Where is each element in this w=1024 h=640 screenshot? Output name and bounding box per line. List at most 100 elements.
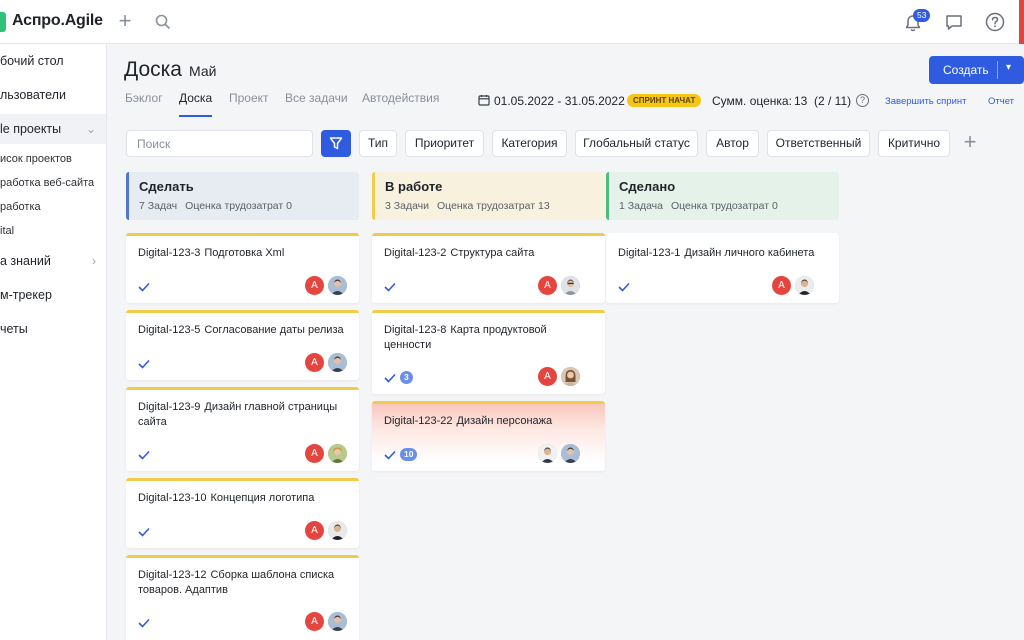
tab-all-tasks[interactable]: Все задачи (285, 91, 348, 105)
column-accent (606, 172, 609, 220)
avatar-assignee[interactable] (561, 367, 580, 386)
task-card[interactable]: Digital-123-5 Согласование даты релиза A (126, 310, 359, 380)
info-icon[interactable]: ? (856, 94, 869, 107)
column-meta: 1 Задача Оценка трудозатрат 0 (619, 200, 778, 212)
sidebar-item-desktop[interactable]: бочий стол (0, 46, 106, 76)
tab-board[interactable]: Доска (179, 91, 212, 105)
logo-mark (0, 12, 6, 32)
create-button-divider (997, 61, 998, 79)
avatar-author[interactable]: A (305, 276, 324, 295)
help-icon[interactable] (984, 11, 1006, 33)
column-count: 1 Задача (619, 200, 663, 212)
sidebar-item-users[interactable]: льзователи (0, 80, 106, 110)
avatar-assignee[interactable] (795, 276, 814, 295)
avatar-author[interactable]: A (538, 367, 557, 386)
search-icon[interactable] (153, 12, 173, 32)
task-card[interactable]: Digital-123-9 Дизайн главной страницы сай… (126, 387, 359, 471)
filter-global-status[interactable]: Глобальный статус (575, 130, 698, 157)
notification-badge: 53 (913, 9, 931, 22)
task-title: Digital-123-9 Дизайн главной страницы сай… (138, 400, 350, 430)
active-tab-indicator (179, 115, 212, 117)
tab-automations[interactable]: Автодействия (362, 91, 439, 105)
task-key: Digital-123-22 (384, 415, 453, 427)
task-card[interactable]: Digital-123-8 Карта продуктовой ценности … (372, 310, 605, 394)
sidebar-item-reports[interactable]: четы (0, 314, 106, 344)
task-card[interactable]: Digital-123-2 Структура сайта A (372, 233, 605, 303)
filter-critical[interactable]: Критично (878, 130, 950, 157)
avatar-assignee[interactable] (328, 612, 347, 631)
avatar-assignee[interactable] (561, 276, 580, 295)
sidebar-item-digital[interactable]: ital (0, 216, 106, 246)
task-title: Digital-123-12 Сборка шаблона списка това… (138, 568, 350, 598)
task-key: Digital-123-9 (138, 401, 201, 413)
subtask-count-badge: 3 (400, 371, 413, 384)
task-name: Концепция логотипа (210, 492, 315, 504)
sidebar-item-knowledge-base[interactable]: а знаний › (0, 246, 106, 276)
avatar-author[interactable] (538, 444, 557, 463)
sprint-dates: 01.05.2022 - 31.05.2022 (494, 94, 625, 108)
avatar-author[interactable]: A (305, 353, 324, 372)
filter-author[interactable]: Автор (706, 130, 759, 157)
subtask-count-badge: 10 (400, 448, 418, 461)
task-title: Digital-123-8 Карта продуктовой ценности (384, 323, 596, 353)
avatar-assignee[interactable] (328, 444, 347, 463)
task-card[interactable]: Digital-123-10 Концепция логотипа A (126, 478, 359, 548)
task-card[interactable]: Digital-123-22 Дизайн персонажа 10 (372, 401, 605, 471)
task-key: Digital-123-1 (618, 247, 681, 259)
column-accent (372, 172, 375, 220)
task-name: Дизайн персонажа (456, 415, 553, 427)
task-title: Digital-123-10 Концепция логотипа (138, 491, 350, 506)
sidebar-item-label: четы (0, 322, 28, 336)
user-menu-edge[interactable] (1019, 0, 1024, 44)
tab-project[interactable]: Проект (229, 91, 269, 105)
check-icon (384, 282, 396, 292)
filter-assignee[interactable]: Ответственный (767, 130, 870, 157)
sidebar-item-agile-projects[interactable]: le проекты ⌄ (0, 114, 106, 144)
task-card[interactable]: Digital-123-3 Подготовка Xml A (126, 233, 359, 303)
task-card[interactable]: Digital-123-1 Дизайн личного кабинета A (606, 233, 839, 303)
sidebar-item-label: le проекты (0, 122, 62, 136)
task-card[interactable]: Digital-123-12 Сборка шаблона списка това… (126, 555, 359, 640)
filter-category[interactable]: Категория (492, 130, 567, 157)
check-icon (618, 282, 630, 292)
filter-priority[interactable]: Приоритет (405, 130, 484, 157)
report-link[interactable]: Отчет (988, 96, 1014, 107)
filter-type[interactable]: Тип (359, 130, 397, 157)
chat-icon[interactable] (944, 12, 964, 32)
chevron-down-icon[interactable]: ▾ (1006, 62, 1011, 73)
calendar-icon (478, 95, 490, 106)
sidebar: бочий стол льзователи le проекты ⌄ исок п… (0, 44, 107, 640)
sidebar-item-label: бочий стол (0, 54, 64, 68)
sprint-name: Май (189, 63, 217, 79)
avatar-author[interactable]: A (305, 612, 324, 631)
estimate-value: 13 (794, 94, 808, 108)
avatar-assignee[interactable] (328, 353, 347, 372)
task-name: Подготовка Xml (204, 247, 285, 259)
avatar-author[interactable]: A (538, 276, 557, 295)
check-icon (138, 450, 150, 460)
avatar-author[interactable]: A (305, 521, 324, 540)
create-button[interactable]: Создать ▾ (929, 56, 1024, 84)
task-title: Digital-123-3 Подготовка Xml (138, 246, 350, 261)
add-icon[interactable]: + (114, 10, 136, 32)
task-name: Дизайн личного кабинета (684, 247, 815, 259)
sidebar-item-label: льзователи (0, 88, 66, 102)
sidebar-item-time-tracker[interactable]: м-трекер (0, 280, 106, 310)
tab-backlog[interactable]: Бэклог (125, 91, 163, 105)
column-todo: Сделать 7 Задач Оценка трудозатрат 0 (126, 172, 359, 220)
avatar-author[interactable]: A (305, 444, 324, 463)
filter-button[interactable] (321, 130, 351, 157)
avatar-author[interactable]: A (772, 276, 791, 295)
finish-sprint-link[interactable]: Завершить спринт (885, 96, 966, 107)
task-key: Digital-123-8 (384, 324, 447, 336)
avatar-assignee[interactable] (328, 276, 347, 295)
avatar-assignee[interactable] (328, 521, 347, 540)
chevron-right-icon: › (92, 254, 96, 268)
add-filter-icon[interactable]: + (960, 131, 980, 155)
sidebar-item-label: м-трекер (0, 288, 52, 302)
check-icon (138, 618, 150, 628)
search-input[interactable] (126, 130, 313, 157)
avatar-assignee[interactable] (561, 444, 580, 463)
app-logo[interactable]: Аспро.Agile (12, 12, 103, 30)
column-meta: 3 Задачи Оценка трудозатрат 13 (385, 200, 550, 212)
